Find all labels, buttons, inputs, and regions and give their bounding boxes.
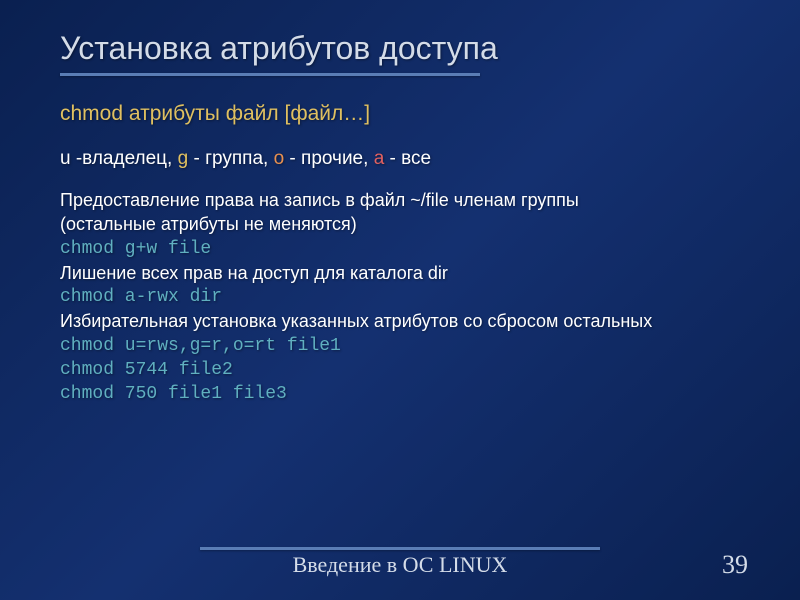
page-number: 39: [722, 550, 748, 580]
title-underline: [60, 73, 480, 76]
slide: Установка атрибутов доступа chmod атрибу…: [0, 0, 800, 600]
slide-title: Установка атрибутов доступа: [60, 30, 750, 67]
cat-a-label: - все: [384, 148, 431, 169]
body-line-2: (остальные атрибуты не меняются): [60, 212, 750, 236]
cat-a-key: a: [374, 148, 385, 169]
command-syntax: chmod атрибуты файл [файл…]: [60, 102, 750, 126]
code-line-3: chmod u=rws,g=r,o=rt file1: [60, 334, 750, 358]
body-line-1: Предоставление права на запись в файл ~/…: [60, 188, 750, 212]
code-line-2: chmod a-rwx dir: [60, 285, 750, 309]
footer-text: Введение в ОС LINUX: [293, 552, 508, 578]
cat-o-key: o: [274, 148, 285, 169]
category-legend: u -владелец, g - группа, o - прочие, a -…: [60, 148, 750, 170]
body-line-3: Лишение всех прав на доступ для каталога…: [60, 261, 750, 285]
footer-line: [200, 547, 600, 550]
footer: Введение в ОС LINUX: [0, 547, 800, 578]
slide-body: Предоставление права на запись в файл ~/…: [60, 188, 750, 407]
code-line-4: chmod 5744 file2: [60, 358, 750, 382]
cat-o-label: - прочие,: [284, 148, 374, 169]
cat-u-key: u: [60, 148, 71, 169]
cat-u-label: -владелец,: [71, 148, 178, 169]
body-line-4: Избирательная установка указанных атрибу…: [60, 309, 750, 333]
cat-g-key: g: [178, 148, 189, 169]
cat-g-label: - группа,: [188, 148, 273, 169]
code-line-5: chmod 750 file1 file3: [60, 382, 750, 406]
code-line-1: chmod g+w file: [60, 237, 750, 261]
